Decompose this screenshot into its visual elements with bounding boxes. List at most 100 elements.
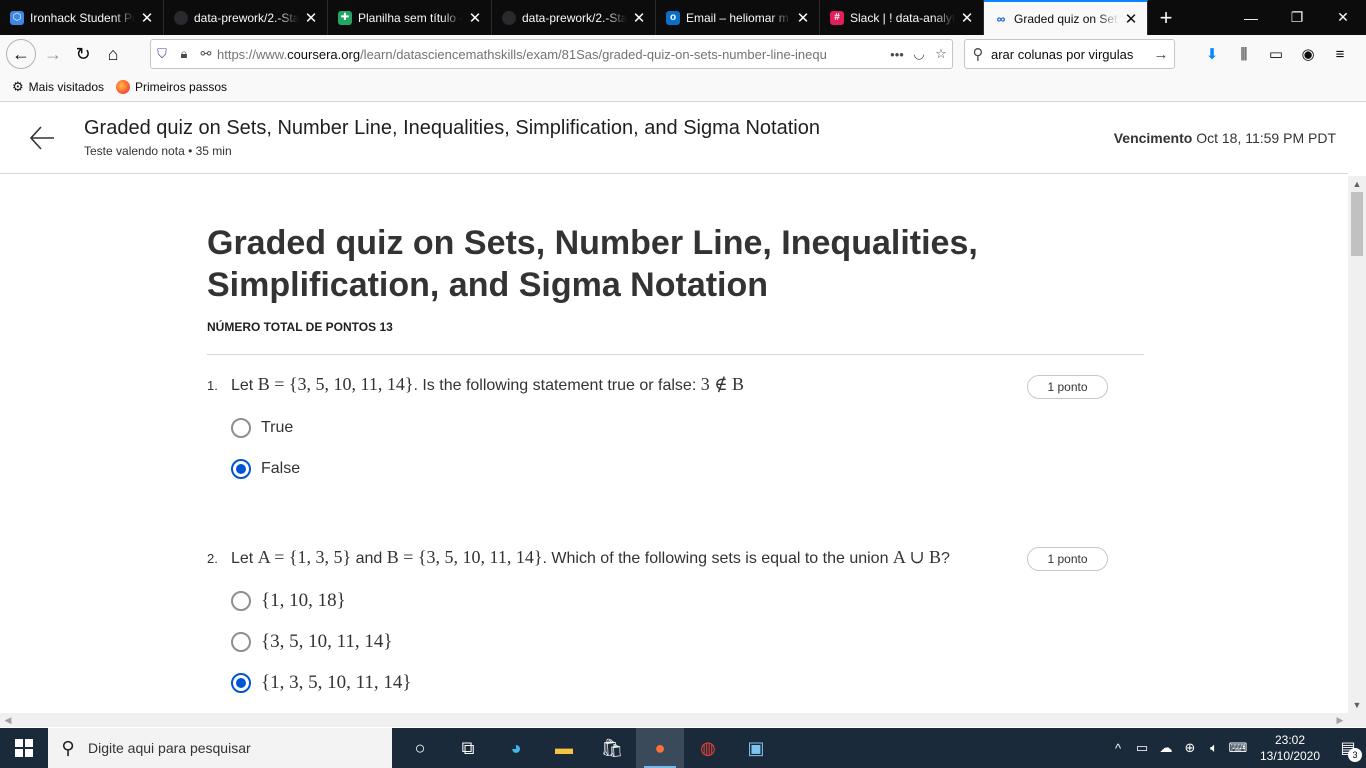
points-badge: 1 ponto (1027, 375, 1108, 399)
close-tab-icon[interactable]: ✕ (795, 9, 811, 27)
browser-tab[interactable]: data-prework/2.-Sta ✕ (492, 0, 656, 35)
back-icon[interactable]: ← (6, 39, 36, 69)
library-icon[interactable]: ⫼ (1228, 39, 1260, 69)
tab-title: data-prework/2.-Sta (522, 10, 627, 25)
close-tab-icon[interactable]: ✕ (631, 9, 647, 27)
answer-option[interactable]: {1, 3, 5, 10, 11, 14} (231, 672, 412, 694)
show-hidden-icons-icon[interactable]: ^ (1106, 741, 1130, 756)
radio-button[interactable] (231, 591, 251, 611)
math-expression: A = {1, 3, 5} (257, 547, 352, 567)
shield-icon[interactable]: ⛉ (151, 46, 173, 62)
answer-option[interactable]: True (231, 418, 293, 438)
new-tab-button[interactable]: + (1148, 0, 1184, 35)
close-window-icon[interactable]: ✕ (1320, 0, 1366, 35)
url-bar[interactable]: ⛉ 🔒︎ ⚯ https://www.coursera.org/learn/da… (150, 39, 953, 69)
browser-tab[interactable]: ✚ Planilha sem título - ✕ (328, 0, 492, 35)
url-text[interactable]: https://www.coursera.org/learn/datascien… (217, 47, 886, 62)
scroll-up-icon[interactable]: ▲ (1348, 176, 1366, 192)
minimize-icon[interactable]: — (1228, 0, 1274, 35)
answer-option[interactable]: {1, 10, 18} (231, 590, 346, 612)
option-label: True (261, 419, 294, 436)
scroll-thumb[interactable] (1351, 192, 1363, 256)
task-view-icon[interactable]: ⧉ (444, 728, 492, 768)
bookmark-item[interactable]: Primeiros passos (116, 80, 227, 94)
go-arrow-icon[interactable]: → (1148, 46, 1174, 63)
slack-icon: # (830, 10, 844, 25)
radio-button-selected[interactable] (231, 673, 251, 693)
page-actions-icon[interactable]: ••• (886, 47, 908, 62)
file-explorer-icon[interactable]: ▬ (540, 728, 588, 768)
tab-title: Slack | ! data-analyti (850, 10, 955, 25)
answer-option[interactable]: {3, 5, 10, 11, 14} (231, 631, 393, 653)
bookmark-star-icon[interactable]: ☆ (930, 46, 952, 62)
gear-icon: ⚙ (12, 79, 24, 94)
browser-tab[interactable]: data-prework/2.-Sta ✕ (164, 0, 328, 35)
close-tab-icon[interactable]: ✕ (139, 9, 155, 27)
action-center-icon[interactable]: ▤ 3 (1330, 728, 1366, 768)
option-label: {1, 10, 18} (261, 590, 346, 611)
github-icon (174, 10, 188, 25)
radio-button[interactable] (231, 418, 251, 438)
answer-option[interactable]: False (231, 459, 300, 479)
option-label: {1, 3, 5, 10, 11, 14} (261, 672, 412, 693)
horizontal-scrollbar[interactable]: ◀ ▶ (0, 713, 1348, 727)
toolbar-icons: ⬇ ⫼ ▭ ◉ ≡ (1196, 39, 1356, 69)
volume-icon[interactable]: 🔈︎ (1202, 740, 1226, 756)
question-text: ? (941, 550, 950, 567)
bookmark-label: Primeiros passos (135, 80, 228, 94)
permissions-icon[interactable]: ⚯ (195, 46, 217, 62)
browser-tab-active[interactable]: ∞ Graded quiz on Sets ✕ (984, 0, 1148, 35)
taskbar-apps: ○ ⧉ ◕ ▬ 🛍︎ ● ◍ ▣ (396, 728, 780, 768)
scroll-down-icon[interactable]: ▼ (1348, 697, 1366, 713)
close-tab-icon[interactable]: ✕ (467, 9, 483, 27)
search-input[interactable] (991, 46, 1148, 62)
nav-bar: ← → ↻ ⌂ ⛉ 🔒︎ ⚯ https://www.coursera.org/… (0, 35, 1366, 73)
battery-icon[interactable]: ▭ (1130, 740, 1154, 756)
download-icon[interactable]: ⬇ (1196, 39, 1228, 69)
account-icon[interactable]: ◉ (1292, 39, 1324, 69)
back-arrow-icon[interactable] (28, 124, 56, 152)
page-content: Graded quiz on Sets, Number Line, Inequa… (0, 102, 1348, 713)
question-text: . Is the following statement true or fal… (413, 377, 701, 394)
home-icon[interactable]: ⌂ (98, 39, 128, 69)
bookmark-item[interactable]: ⚙ Mais visitados (12, 79, 104, 95)
clock[interactable]: 23:02 13/10/2020 (1250, 732, 1330, 764)
browser-tab[interactable]: ⬡ Ironhack Student Po ✕ (0, 0, 164, 35)
search-bar[interactable]: ⚲ → (964, 39, 1175, 69)
vertical-scrollbar[interactable]: ▲ ▼ (1348, 176, 1366, 713)
edge-icon[interactable]: ◕ (492, 728, 540, 768)
scroll-right-icon[interactable]: ▶ (1332, 713, 1348, 727)
question-text: Let (231, 550, 258, 567)
onedrive-icon[interactable]: ☁ (1154, 740, 1178, 756)
start-button[interactable] (0, 728, 48, 768)
keyboard-icon[interactable]: ⌨ (1226, 740, 1250, 756)
restore-icon[interactable]: ❐ (1274, 0, 1320, 35)
menu-icon[interactable]: ≡ (1324, 39, 1356, 69)
question-text: . Which of the following sets is equal t… (542, 550, 893, 567)
lock-icon[interactable]: 🔒︎ (173, 46, 195, 62)
header-subtitle: Teste valendo nota • 35 min (84, 144, 232, 158)
photos-icon[interactable]: ▣ (732, 728, 780, 768)
close-tab-icon[interactable]: ✕ (303, 9, 319, 27)
firefox-taskbar-icon[interactable]: ● (636, 728, 684, 768)
math-expression: A ∪ B (892, 547, 942, 567)
option-label: False (261, 460, 301, 477)
close-tab-icon[interactable]: ✕ (959, 9, 975, 27)
network-icon[interactable]: ⊕ (1178, 740, 1202, 756)
radio-button-selected[interactable] (231, 459, 251, 479)
radio-button[interactable] (231, 632, 251, 652)
store-icon[interactable]: 🛍︎ (588, 728, 636, 768)
taskbar-search[interactable]: ⚲ Digite aqui para pesquisar (48, 728, 392, 768)
chrome-icon[interactable]: ◍ (684, 728, 732, 768)
reload-icon[interactable]: ↻ (68, 39, 98, 69)
browser-tab[interactable]: o Email – heliomar m ✕ (656, 0, 820, 35)
scrollbar-corner (1348, 713, 1366, 727)
scroll-left-icon[interactable]: ◀ (0, 713, 16, 727)
pocket-icon[interactable]: ◡ (908, 46, 930, 62)
forward-icon[interactable]: → (38, 39, 68, 69)
quiz-header: Graded quiz on Sets, Number Line, Inequa… (0, 102, 1348, 174)
browser-tab[interactable]: # Slack | ! data-analyti ✕ (820, 0, 984, 35)
sidebar-icon[interactable]: ▭ (1260, 39, 1292, 69)
cortana-icon[interactable]: ○ (396, 728, 444, 768)
close-tab-icon[interactable]: ✕ (1123, 10, 1139, 28)
